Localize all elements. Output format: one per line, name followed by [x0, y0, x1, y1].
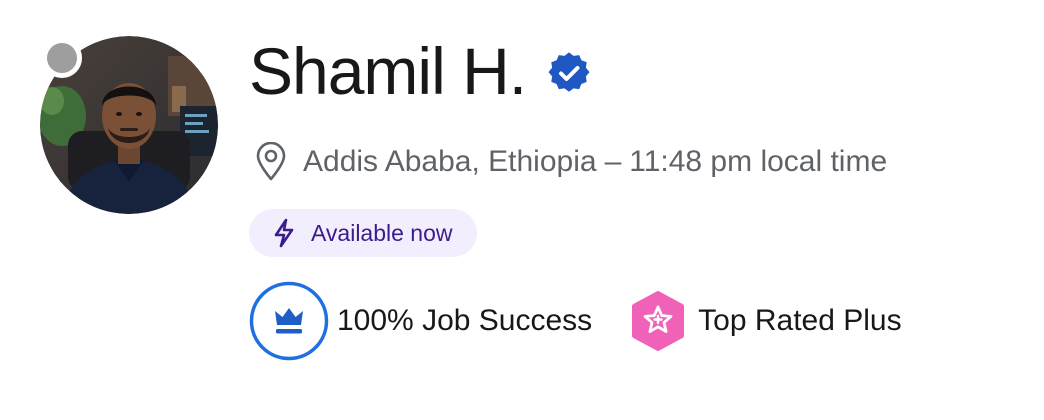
availability-label: Available now [311, 220, 453, 246]
job-success-label: 100% Job Success [337, 304, 593, 337]
location-text: Addis Ababa, Ethiopia –11:48 pm local tim… [303, 140, 887, 184]
location-row: Addis Ababa, Ethiopia –11:48 pm local tim… [255, 140, 887, 184]
availability-badge[interactable]: Available now [249, 209, 477, 257]
location-city: Addis Ababa, Ethiopia [303, 145, 597, 178]
lightning-bolt-icon [274, 218, 294, 248]
crown-icon [249, 281, 329, 361]
stats-row: 100% Job Success Top Rated Plus [249, 281, 902, 361]
avatar-container [40, 36, 218, 214]
star-badge-icon [632, 291, 685, 351]
local-time: 11:48 pm local time [629, 145, 888, 178]
name-row: Shamil H. [249, 36, 590, 106]
location-separator: – [604, 145, 622, 178]
freelancer-profile-header: Shamil H. Addis Ababa, Ethiopia –11:48 pm… [0, 0, 1044, 420]
top-rated-plus-label: Top Rated Plus [698, 304, 902, 337]
verified-check-icon [548, 52, 590, 92]
profile-name: Shamil H. [249, 34, 527, 108]
map-pin-icon [256, 142, 286, 181]
online-status-indicator [42, 38, 82, 78]
